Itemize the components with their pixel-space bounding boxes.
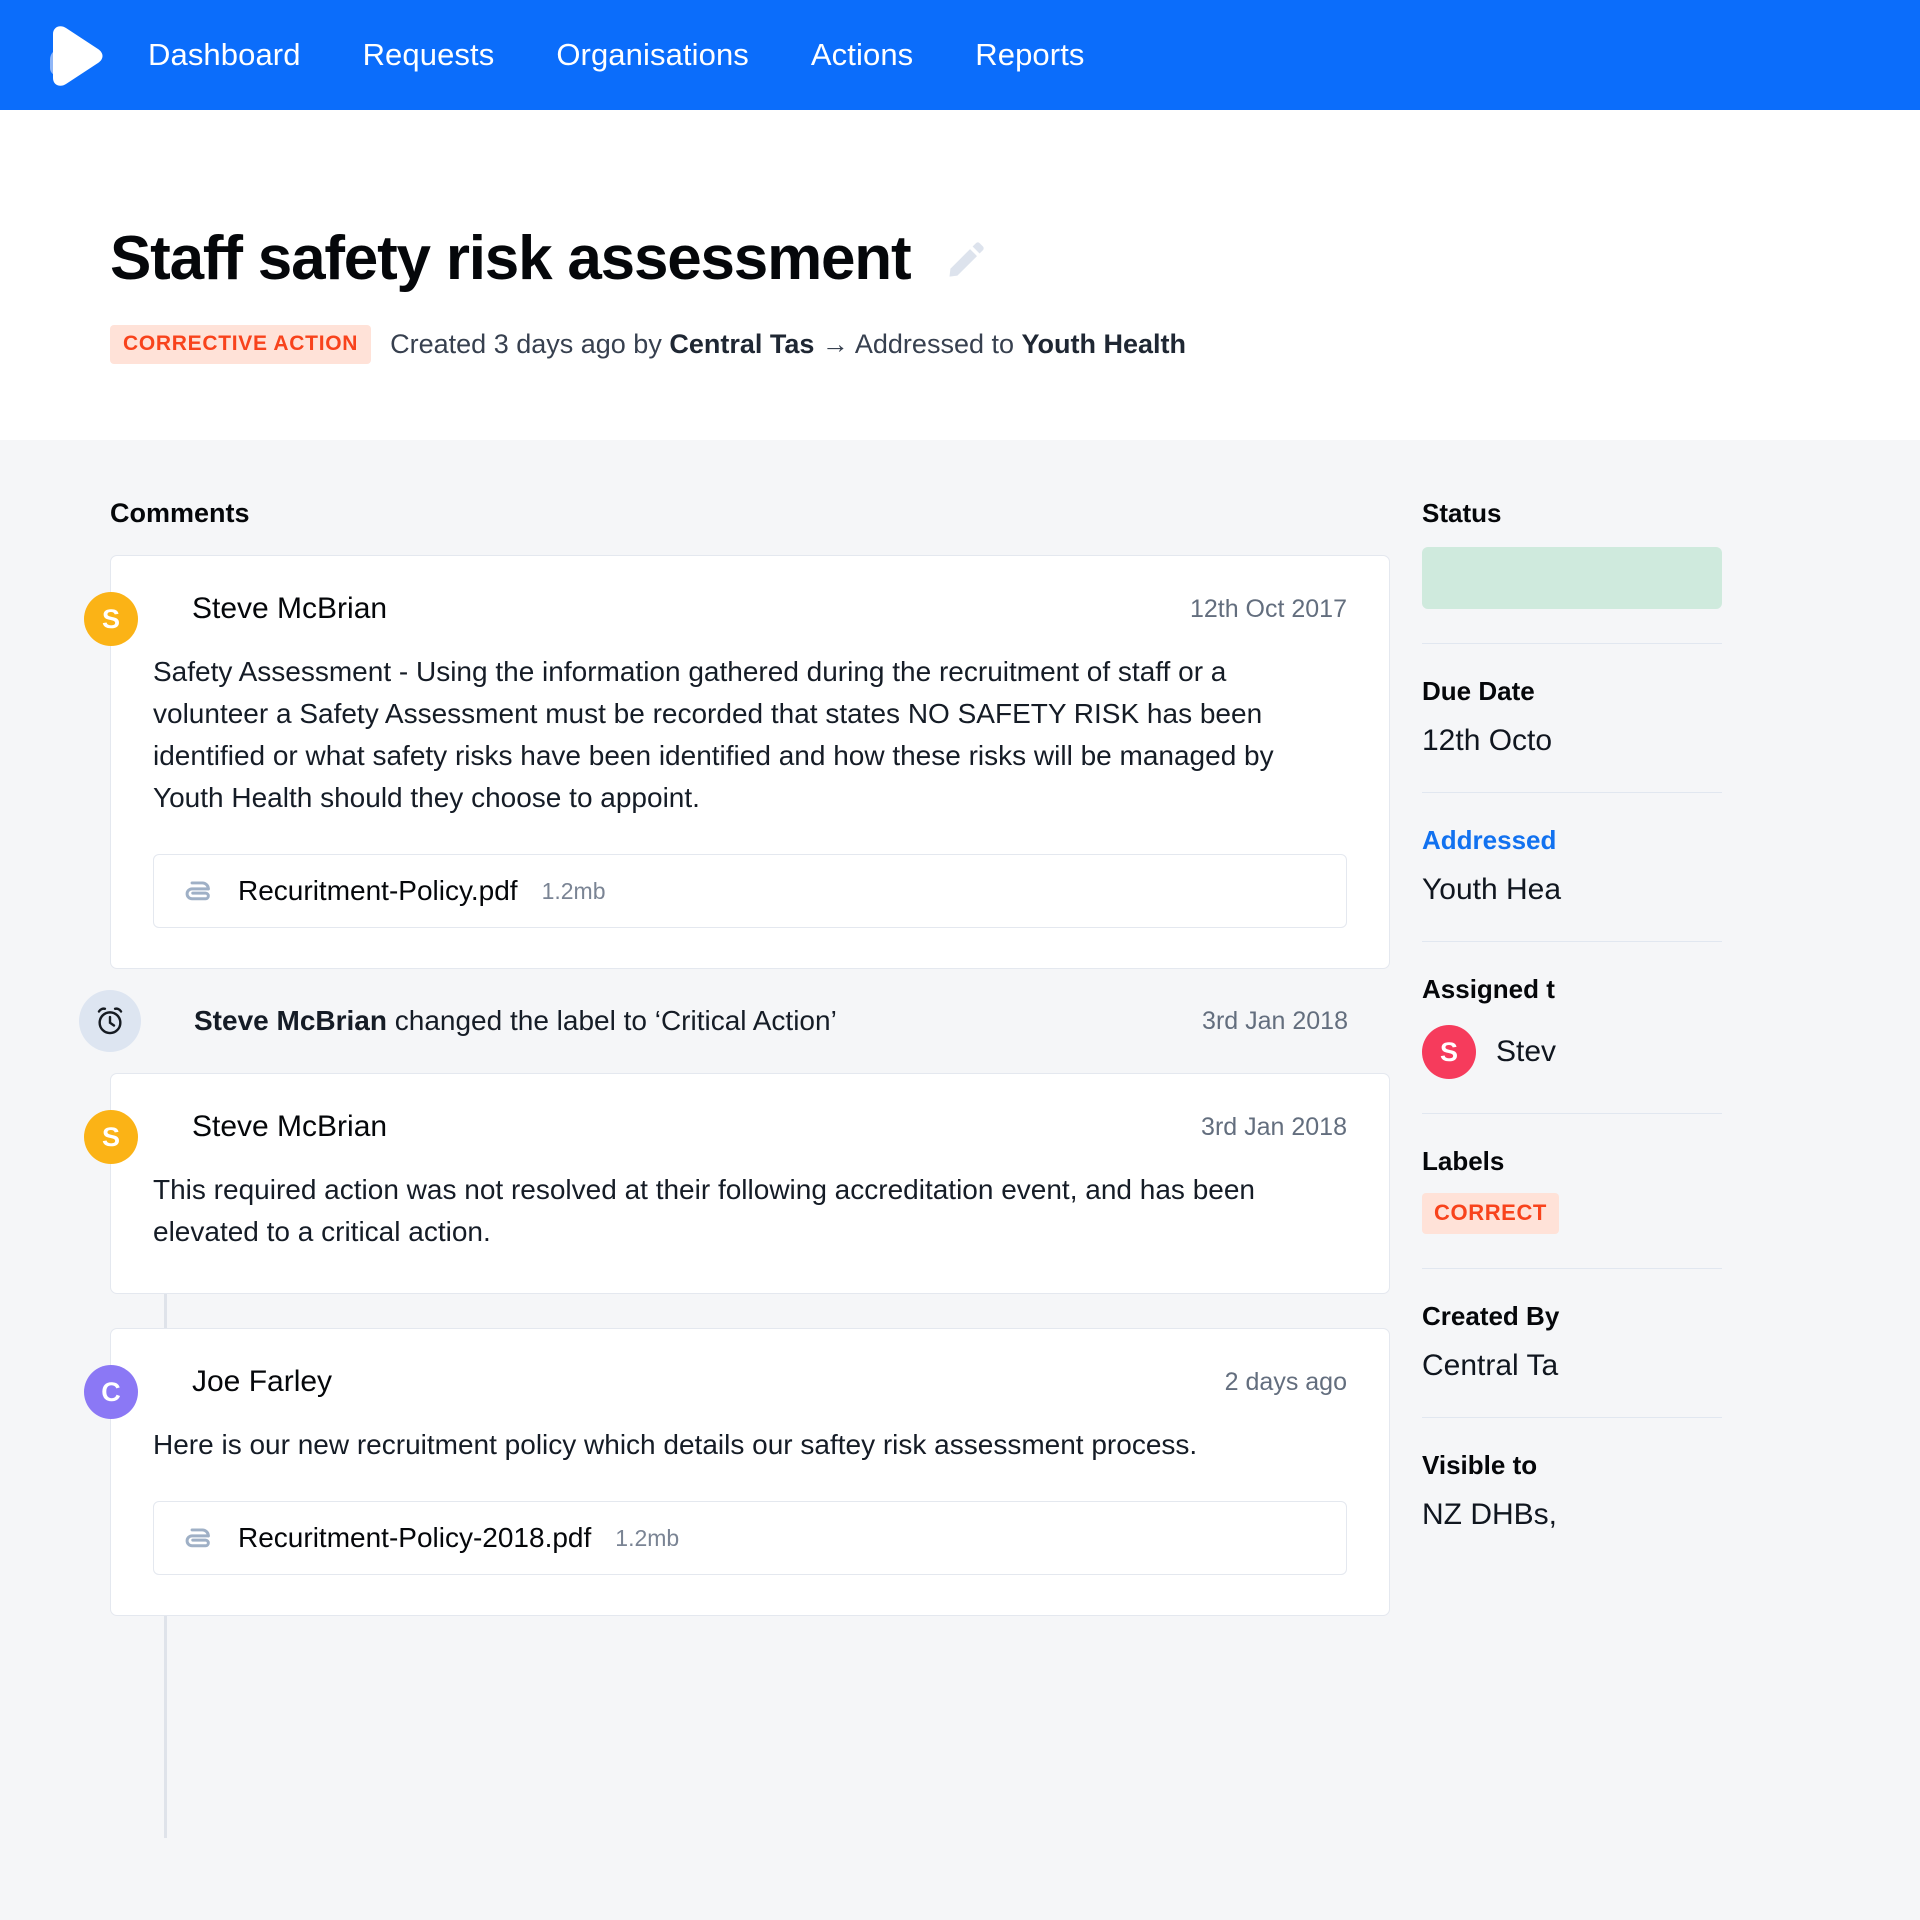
- nav-links: Dashboard Requests Organisations Actions…: [148, 37, 1085, 73]
- comment-date: 3rd Jan 2018: [1201, 1112, 1347, 1141]
- comments-feed: S Steve McBrian 12th Oct 2017 Safety Ass…: [79, 555, 1390, 1616]
- comment-card: S Steve McBrian 12th Oct 2017 Safety Ass…: [84, 555, 1390, 969]
- activity-left: Steve McBrian changed the label to ‘Crit…: [79, 990, 837, 1052]
- labels-label: Labels: [1422, 1146, 1505, 1176]
- attachment-row[interactable]: Recuritment-Policy-2018.pdf 1.2mb: [153, 1501, 1347, 1575]
- nav-link-dashboard[interactable]: Dashboard: [148, 37, 301, 73]
- alarm-clock-icon: [97, 1007, 123, 1035]
- sidebar-section-labels: Labels CORRECT: [1422, 1146, 1790, 1234]
- comment-card: S Steve McBrian 3rd Jan 2018 This requir…: [84, 1073, 1390, 1294]
- divider: [1422, 643, 1722, 644]
- activity-description: changed the label to ‘Critical Action’: [386, 1005, 837, 1036]
- status-badge: CORRECTIVE ACTION: [110, 325, 372, 364]
- visible-to-label: Visible to: [1422, 1450, 1538, 1480]
- author-block: Steve McBrian: [153, 592, 387, 626]
- addressed-to-value: Youth Hea: [1422, 873, 1562, 906]
- activity-row: Steve McBrian changed the label to ‘Crit…: [79, 969, 1390, 1073]
- body-area: Comments S Steve McBrian 12th Oct 2017 S…: [0, 440, 1920, 1920]
- avatar[interactable]: S: [84, 592, 138, 646]
- divider: [1422, 1268, 1722, 1269]
- avatar[interactable]: S: [84, 1110, 138, 1164]
- comment-header: Joe Farley 2 days ago: [153, 1365, 1347, 1399]
- nav-link-requests[interactable]: Requests: [363, 37, 495, 73]
- page-header: Staff safety risk assessment CORRECTIVE …: [0, 110, 1920, 440]
- comment-card: C Joe Farley 2 days ago Here is our new …: [84, 1328, 1390, 1616]
- page-title: Staff safety risk assessment: [110, 224, 912, 293]
- sidebar-section-due-date: Due Date 12th Octo: [1422, 676, 1790, 758]
- created-by-label: Created By: [1422, 1301, 1560, 1331]
- comments-heading: Comments: [110, 498, 250, 528]
- divider: [1422, 1113, 1722, 1114]
- comment-body: Here is our new recruitment policy which…: [153, 1429, 1198, 1460]
- comment-date: 12th Oct 2017: [1189, 594, 1347, 623]
- divider: [1422, 792, 1722, 793]
- comment-author[interactable]: Steve McBrian: [192, 592, 387, 626]
- due-date-value: 12th Octo: [1422, 724, 1553, 757]
- addressed-to-label[interactable]: Addressed: [1422, 825, 1790, 856]
- divider: [1422, 941, 1722, 942]
- comment-author[interactable]: Joe Farley: [192, 1365, 332, 1399]
- status-value-pill[interactable]: [1422, 547, 1722, 609]
- play-logo-icon: [50, 26, 103, 86]
- comment-body: Safety Assessment - Using the informatio…: [153, 656, 1274, 813]
- breadcrumb: Created 3 days ago by Central Tas → Addr…: [390, 329, 1186, 360]
- assignee-row[interactable]: S Stev: [1422, 1025, 1790, 1079]
- paperclip-icon: [185, 881, 210, 901]
- paperclip-icon: [185, 1528, 210, 1548]
- comment-header: Steve McBrian 3rd Jan 2018: [153, 1110, 1347, 1144]
- avatar: S: [1422, 1025, 1476, 1079]
- details-sidebar: Status Due Date 12th Octo Addressed Yout…: [1390, 498, 1790, 1920]
- attachment-name[interactable]: Recuritment-Policy.pdf: [238, 875, 518, 907]
- nav-link-organisations[interactable]: Organisations: [556, 37, 749, 73]
- comment-author[interactable]: Steve McBrian: [192, 1110, 387, 1144]
- assigned-to-label: Assigned t: [1422, 974, 1555, 1004]
- sidebar-section-assigned-to: Assigned t S Stev: [1422, 974, 1790, 1079]
- sidebar-section-visible-to: Visible to NZ DHBs,: [1422, 1450, 1790, 1532]
- created-by-value: Central Ta: [1422, 1349, 1559, 1382]
- author-block: Joe Farley: [153, 1365, 332, 1399]
- status-label: Status: [1422, 498, 1502, 528]
- divider: [1422, 1417, 1722, 1418]
- title-row: Staff safety risk assessment: [110, 228, 1920, 290]
- attachment-size: 1.2mb: [615, 1524, 680, 1551]
- attachment-size: 1.2mb: [541, 877, 606, 904]
- attachment-name[interactable]: Recuritment-Policy-2018.pdf: [238, 1522, 591, 1554]
- top-navigation-bar: Dashboard Requests Organisations Actions…: [0, 0, 1920, 110]
- meta-arrow-icon: →: [814, 329, 855, 359]
- comment-date: 2 days ago: [1224, 1367, 1347, 1396]
- meta-addressed-text: Addressed to: [854, 329, 1022, 359]
- assigned-to-value: Stev: [1496, 1035, 1557, 1068]
- nav-link-reports[interactable]: Reports: [975, 37, 1084, 73]
- subtitle-row: CORRECTIVE ACTION Created 3 days ago by …: [110, 325, 1920, 364]
- comment-header: Steve McBrian 12th Oct 2017: [153, 592, 1347, 626]
- play-logo[interactable]: [32, 18, 106, 92]
- avatar[interactable]: C: [84, 1365, 138, 1419]
- pencil-icon[interactable]: [944, 237, 988, 281]
- nav-link-actions[interactable]: Actions: [811, 37, 913, 73]
- comment-body: This required action was not resolved at…: [153, 1174, 1255, 1247]
- sidebar-section-created-by: Created By Central Ta: [1422, 1301, 1790, 1383]
- activity-actor[interactable]: Steve McBrian: [194, 1005, 387, 1036]
- comments-column: Comments S Steve McBrian 12th Oct 2017 S…: [0, 498, 1390, 1920]
- sidebar-section-addressed-to: Addressed Youth Hea: [1422, 825, 1790, 907]
- attachment-row[interactable]: Recuritment-Policy.pdf 1.2mb: [153, 854, 1347, 928]
- sidebar-section-status: Status: [1422, 498, 1790, 609]
- activity-icon-wrap: [79, 990, 141, 1052]
- label-badge[interactable]: CORRECT: [1422, 1193, 1559, 1234]
- activity-text: Steve McBrian changed the label to ‘Crit…: [194, 1005, 837, 1037]
- author-block: Steve McBrian: [153, 1110, 387, 1144]
- due-date-label: Due Date: [1422, 676, 1535, 706]
- feed-spacer: [110, 1294, 1390, 1328]
- meta-org[interactable]: Youth Health: [1022, 329, 1187, 359]
- visible-to-value: NZ DHBs,: [1422, 1498, 1557, 1531]
- activity-date: 3rd Jan 2018: [1202, 1006, 1348, 1035]
- meta-created-text: Created 3 days ago by: [390, 329, 670, 359]
- meta-creator[interactable]: Central Tas: [669, 329, 814, 359]
